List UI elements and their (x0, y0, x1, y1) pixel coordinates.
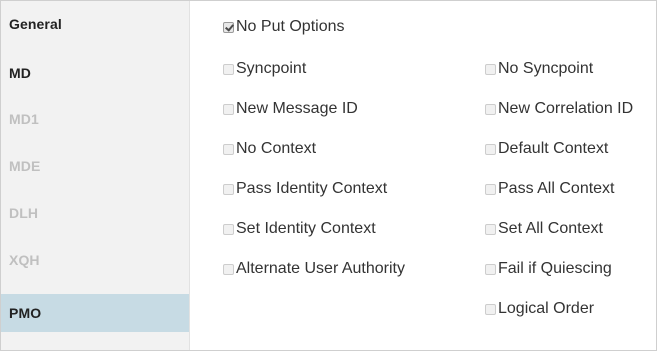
new-correlation-id-checkbox[interactable] (485, 103, 496, 115)
logical-order-checkbox[interactable] (485, 303, 496, 315)
alternate-user-authority-option[interactable]: Alternate User Authority (223, 258, 405, 280)
set-all-context-option[interactable]: Set All Context (485, 218, 603, 240)
option-label: Logical Order (498, 300, 595, 317)
sidebar-item-dlh[interactable]: DLH (1, 194, 189, 232)
no-context-checkbox[interactable] (223, 143, 234, 155)
option-label: New Correlation ID (498, 100, 634, 117)
syncpoint-checkbox[interactable] (223, 63, 234, 75)
option-label: Alternate User Authority (236, 260, 405, 277)
no-put-options-checkbox[interactable] (223, 21, 234, 33)
new-correlation-id-option[interactable]: New Correlation ID (485, 98, 633, 120)
option-label: Pass All Context (498, 180, 615, 197)
sidebar-item-label: XQH (9, 252, 40, 268)
default-context-option[interactable]: Default Context (485, 138, 608, 160)
fail-if-quiescing-checkbox[interactable] (485, 263, 496, 275)
no-put-options-option[interactable]: No Put Options (223, 16, 345, 38)
logical-order-option[interactable]: Logical Order (485, 298, 594, 320)
fail-if-quiescing-option[interactable]: Fail if Quiescing (485, 258, 612, 280)
no-syncpoint-option[interactable]: No Syncpoint (485, 58, 593, 80)
option-label: Fail if Quiescing (498, 260, 612, 277)
sidebar-item-pmo[interactable]: PMO (1, 294, 189, 332)
new-message-id-checkbox[interactable] (223, 103, 234, 115)
put-message-options-panel: General MD MD1 MDE DLH XQH PMO No Put Op… (0, 0, 657, 351)
sidebar-item-label: MD1 (9, 111, 39, 127)
option-label: Syncpoint (236, 60, 307, 77)
alternate-user-authority-checkbox[interactable] (223, 263, 234, 275)
set-identity-context-checkbox[interactable] (223, 223, 234, 235)
option-label: No Syncpoint (498, 60, 594, 77)
option-label: Set All Context (498, 220, 603, 237)
option-label: Default Context (498, 140, 609, 157)
sidebar-item-general[interactable]: General (1, 5, 189, 43)
sidebar-item-md1[interactable]: MD1 (1, 100, 189, 138)
option-label: No Context (236, 140, 317, 157)
sidebar-item-label: DLH (9, 205, 39, 221)
sidebar-item-md[interactable]: MD (1, 54, 189, 92)
sidebar-item-xqh[interactable]: XQH (1, 241, 189, 279)
set-all-context-checkbox[interactable] (485, 223, 496, 235)
no-context-option[interactable]: No Context (223, 138, 316, 160)
pass-all-context-checkbox[interactable] (485, 183, 496, 195)
pass-identity-context-checkbox[interactable] (223, 183, 234, 195)
sidebar-item-label: MDE (9, 158, 41, 174)
sidebar-item-label: MD (9, 65, 31, 81)
option-label: No Put Options (236, 18, 345, 35)
pass-identity-context-option[interactable]: Pass Identity Context (223, 178, 387, 200)
sidebar-item-label: General (9, 16, 62, 32)
pass-all-context-option[interactable]: Pass All Context (485, 178, 615, 200)
option-label: Pass Identity Context (236, 180, 388, 197)
new-message-id-option[interactable]: New Message ID (223, 98, 358, 120)
option-label: Set Identity Context (236, 220, 376, 237)
default-context-checkbox[interactable] (485, 143, 496, 155)
set-identity-context-option[interactable]: Set Identity Context (223, 218, 376, 240)
no-syncpoint-checkbox[interactable] (485, 63, 496, 75)
sidebar-item-label: PMO (9, 305, 42, 321)
syncpoint-option[interactable]: Syncpoint (223, 58, 306, 80)
option-label: New Message ID (236, 100, 358, 117)
sidebar: General MD MD1 MDE DLH XQH PMO (1, 1, 190, 350)
sidebar-item-mde[interactable]: MDE (1, 147, 189, 185)
